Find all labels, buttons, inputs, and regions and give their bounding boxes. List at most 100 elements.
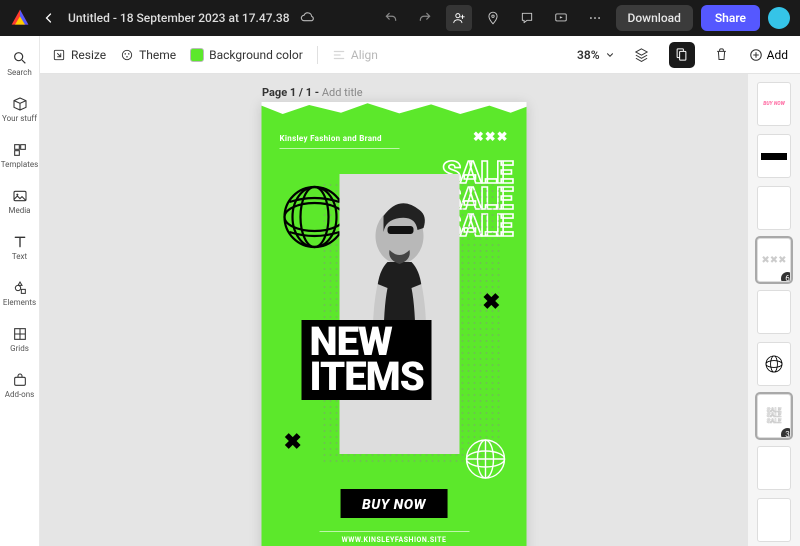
layers-toggle[interactable]: [629, 42, 655, 68]
left-sidebar: Search Your stuff Templates Media Text E…: [0, 36, 40, 546]
torn-edge-top: [262, 102, 527, 114]
page-thumb-3[interactable]: [757, 186, 791, 230]
page-thumb-6[interactable]: [757, 342, 791, 386]
sidebar-your-stuff[interactable]: Your stuff: [0, 88, 40, 130]
sidebar-search[interactable]: Search: [0, 42, 40, 84]
chevron-down-icon: [605, 50, 615, 60]
toolbar-label: Add: [767, 48, 788, 62]
buy-now-label: BUY NOW: [362, 497, 426, 513]
pages-panel: BUY NOW ✖✖✖ 6 SALESALESALE3: [748, 74, 800, 546]
addons-icon: [12, 372, 28, 388]
collaborators-button[interactable]: [446, 5, 472, 31]
text-icon: [12, 234, 28, 250]
back-button[interactable]: [38, 7, 60, 29]
sidebar-media[interactable]: Media: [0, 180, 40, 222]
delete-button[interactable]: [709, 42, 735, 68]
add-title-placeholder[interactable]: Add title: [322, 86, 363, 99]
artboard[interactable]: Kinsley Fashion and Brand ✖✖✖ SALE SALE …: [262, 102, 527, 546]
x-mark-right[interactable]: ✖: [482, 290, 500, 315]
layers-icon: [634, 47, 649, 62]
bg-color-swatch: [190, 48, 204, 62]
x-mark-left[interactable]: ✖: [284, 430, 302, 455]
add-page-button[interactable]: Add: [749, 48, 788, 62]
page-thumb-4[interactable]: ✖✖✖ 6: [757, 238, 791, 282]
sidebar-label: Grids: [10, 344, 29, 353]
headline-items: ITEMS: [310, 359, 424, 394]
url-text[interactable]: WWW.KINSLEYFASHION.SITE: [262, 536, 527, 544]
page-number: Page 1 / 1 -: [262, 86, 322, 99]
theme-icon: [120, 48, 134, 62]
app-logo-icon: [10, 8, 30, 28]
model-photo[interactable]: [340, 174, 460, 454]
templates-icon: [12, 142, 28, 158]
thumb-badge: 3: [781, 428, 791, 438]
thumb-content: SALESALESALE: [767, 408, 781, 424]
toolbar-label: Theme: [139, 48, 176, 62]
page-thumb-7[interactable]: SALESALESALE3: [757, 394, 791, 438]
buy-now-button[interactable]: BUY NOW: [340, 489, 448, 518]
plus-circle-icon: [749, 48, 763, 62]
sidebar-text[interactable]: Text: [0, 226, 40, 268]
pages-panel-toggle[interactable]: [669, 42, 695, 68]
zoom-control[interactable]: 38%: [577, 48, 615, 62]
page-thumb-5[interactable]: [757, 290, 791, 334]
sidebar-grids[interactable]: Grids: [0, 318, 40, 360]
location-button[interactable]: [480, 5, 506, 31]
sidebar-label: Elements: [3, 298, 36, 307]
dots-icon: [588, 11, 602, 25]
present-icon: [554, 11, 568, 25]
sidebar-label: Your stuff: [2, 114, 37, 123]
toolbar-label: Resize: [71, 48, 106, 62]
undo-button[interactable]: [378, 5, 404, 31]
brand-text[interactable]: Kinsley Fashion and Brand: [280, 134, 382, 143]
align-button: Align: [332, 48, 378, 62]
thumb-content: [761, 153, 787, 160]
page-thumb-8[interactable]: [757, 446, 791, 490]
undo-icon: [384, 11, 398, 25]
xxx-decoration[interactable]: ✖✖✖: [473, 130, 509, 145]
grids-icon: [12, 326, 28, 342]
context-toolbar: Resize Theme Background color Align 38% …: [40, 36, 800, 74]
separator: [317, 46, 318, 64]
bg-color-button[interactable]: Background color: [190, 48, 303, 62]
user-avatar[interactable]: [768, 7, 790, 29]
share-button[interactable]: Share: [701, 5, 760, 31]
toolbar-label: Align: [351, 48, 378, 62]
globe-outline-icon[interactable]: [465, 438, 507, 480]
page-indicator[interactable]: Page 1 / 1 - Add title: [262, 86, 363, 99]
thumb-badge: 6: [781, 272, 791, 282]
page-thumb-1[interactable]: BUY NOW: [757, 82, 791, 126]
sidebar-elements[interactable]: Elements: [0, 272, 40, 314]
resize-button[interactable]: Resize: [52, 48, 106, 62]
page-thumb-9[interactable]: [757, 498, 791, 542]
cloud-sync-icon[interactable]: [300, 10, 316, 26]
present-button[interactable]: [548, 5, 574, 31]
theme-button[interactable]: Theme: [120, 48, 176, 62]
sidebar-addons[interactable]: Add-ons: [0, 364, 40, 406]
top-bar: Untitled - 18 September 2023 at 17.47.38…: [0, 0, 800, 36]
pin-icon: [486, 11, 500, 25]
media-icon: [12, 188, 28, 204]
align-icon: [332, 48, 346, 62]
thumb-content: BUY NOW: [763, 101, 785, 107]
divider-line: [280, 148, 400, 149]
comment-icon: [520, 11, 534, 25]
elements-icon: [12, 280, 28, 296]
sidebar-label: Templates: [1, 160, 38, 169]
more-button[interactable]: [582, 5, 608, 31]
thumb-content: ✖✖✖: [761, 255, 786, 266]
box-icon: [12, 96, 28, 112]
redo-button[interactable]: [412, 5, 438, 31]
zoom-value: 38%: [577, 48, 600, 62]
page-thumb-2[interactable]: [757, 134, 791, 178]
sidebar-templates[interactable]: Templates: [0, 134, 40, 176]
divider-line: [319, 531, 469, 532]
download-button[interactable]: Download: [616, 5, 693, 31]
comments-button[interactable]: [514, 5, 540, 31]
canvas[interactable]: Page 1 / 1 - Add title Kinsley Fashion a…: [40, 74, 748, 546]
thumb-content: [764, 354, 784, 374]
headline-box[interactable]: NEW ITEMS: [302, 320, 432, 400]
document-title[interactable]: Untitled - 18 September 2023 at 17.47.38: [68, 11, 290, 25]
redo-icon: [418, 11, 432, 25]
sidebar-label: Media: [8, 206, 30, 215]
